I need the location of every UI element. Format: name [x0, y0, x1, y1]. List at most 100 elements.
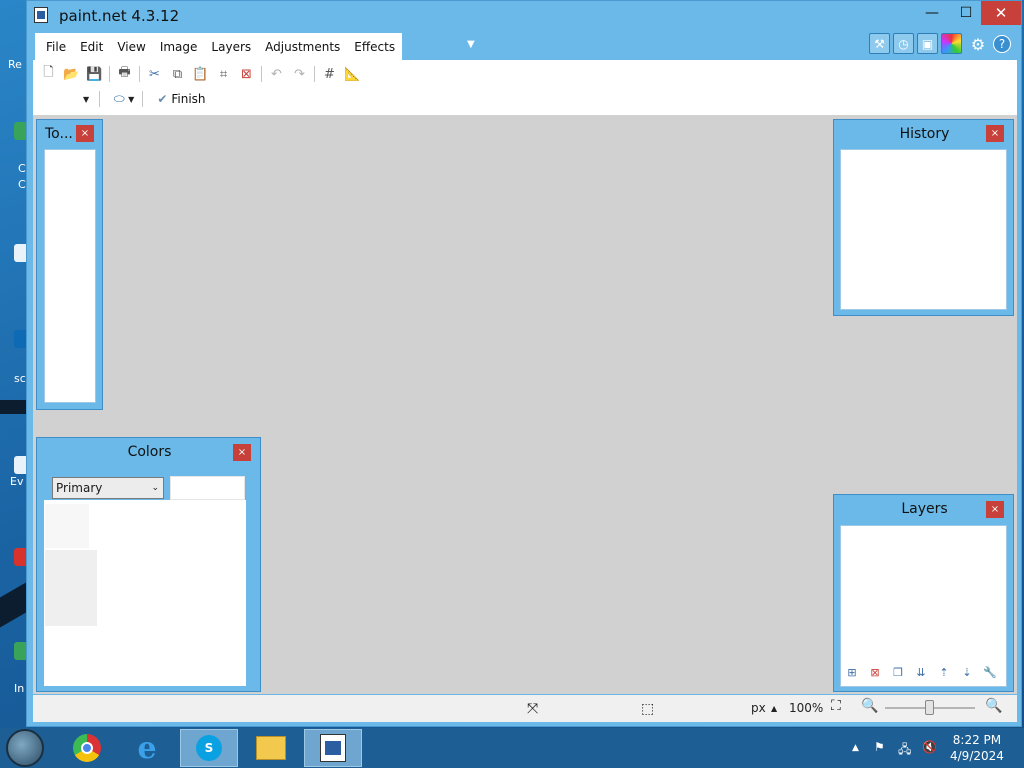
- menu-bar: File Edit View Image Layers Adjustments …: [35, 33, 403, 60]
- desktop-label: Re: [8, 58, 22, 71]
- save-icon[interactable]: 💾: [83, 64, 106, 84]
- redo-icon[interactable]: ↷: [288, 64, 311, 84]
- toolbar-separator: [261, 66, 262, 82]
- copy-icon[interactable]: ⧉: [166, 64, 189, 84]
- tools-panel-close-button[interactable]: ×: [76, 125, 94, 142]
- secondary-color-swatch[interactable]: [45, 550, 97, 626]
- toolbar-separator: [314, 66, 315, 82]
- primary-color-swatch[interactable]: [45, 504, 89, 548]
- rulers-icon[interactable]: 📐: [341, 64, 364, 84]
- zoom-value[interactable]: 100%: [789, 701, 823, 715]
- toolbar-separator: [142, 91, 144, 107]
- selection-size-icon: ⬚: [641, 701, 655, 717]
- selection-mode-icon[interactable]: ⬭: [110, 89, 128, 109]
- zoom-out-icon[interactable]: 🔍: [861, 698, 878, 714]
- paint-net-icon: [320, 734, 346, 762]
- internet-explorer-icon: e: [137, 730, 157, 766]
- minimize-button[interactable]: —: [915, 1, 949, 25]
- start-button[interactable]: [6, 729, 44, 767]
- taskbar-skype[interactable]: S: [180, 729, 238, 767]
- toolbar-separator: [99, 91, 101, 107]
- desktop-label: C: [18, 178, 26, 191]
- menu-image[interactable]: Image: [153, 40, 205, 54]
- menu-adjustments[interactable]: Adjustments: [258, 40, 347, 54]
- paste-icon[interactable]: 📋: [189, 64, 212, 84]
- desktop-wallpaper-shape: [0, 400, 26, 414]
- hex-color-input[interactable]: [170, 476, 245, 500]
- layers-panel-close-button[interactable]: ×: [986, 501, 1004, 518]
- menu-edit[interactable]: Edit: [73, 40, 110, 54]
- close-button[interactable]: ✕: [981, 1, 1021, 25]
- taskbar-file-explorer[interactable]: [242, 729, 300, 767]
- desktop-label: C: [18, 162, 26, 175]
- duplicate-layer-icon[interactable]: ❐: [888, 663, 908, 681]
- network-icon[interactable]: 🖧: [898, 740, 911, 761]
- new-image-icon[interactable]: 🗋: [37, 64, 60, 84]
- color-target-select[interactable]: Primary ⌄: [52, 477, 164, 499]
- toolbar: 🗋 📂 💾 🖶 ✂ ⧉ 📋 ⌗ ⊠ ↶ ↷ # 📐 ▼ ⬭ ▼ ✔ Finish: [33, 60, 1017, 115]
- tools-panel: To... ×: [36, 119, 103, 410]
- desktop-label: In: [14, 682, 25, 695]
- menu-view[interactable]: View: [110, 40, 152, 54]
- toolbar-options-row: ▼ ⬭ ▼ ✔ Finish: [33, 88, 206, 110]
- settings-gear-icon[interactable]: ⚙: [969, 35, 987, 54]
- layers-window-toggle-icon[interactable]: ▣: [917, 33, 938, 54]
- move-layer-up-icon[interactable]: ⇡: [934, 663, 954, 681]
- menu-effects[interactable]: Effects: [347, 40, 402, 54]
- taskbar-internet-explorer[interactable]: e: [118, 729, 176, 767]
- units-selector[interactable]: px: [751, 701, 766, 715]
- toolbar-main-row: 🗋 📂 💾 🖶 ✂ ⧉ 📋 ⌗ ⊠ ↶ ↷ # 📐: [37, 63, 364, 85]
- layers-toolbar: ⊞ ⊠ ❐ ⇊ ⇡ ⇣ 🔧: [842, 663, 1000, 681]
- layers-panel: Layers × ⊞ ⊠ ❐ ⇊ ⇡ ⇣ 🔧: [833, 494, 1014, 692]
- image-size-icon: ⤧: [527, 701, 539, 717]
- action-center-flag-icon[interactable]: ⚑: [874, 740, 885, 754]
- volume-muted-icon[interactable]: 🔇: [922, 740, 937, 754]
- zoom-to-window-icon[interactable]: ⛶: [831, 698, 841, 714]
- tools-panel-title: To...: [45, 126, 73, 142]
- clock-time: 8:22 PM: [952, 733, 1002, 747]
- tool-dropdown-arrow-icon[interactable]: ▼: [83, 95, 89, 104]
- taskbar-paint-net[interactable]: [304, 729, 362, 767]
- tools-window-toggle-icon[interactable]: ⚒: [869, 33, 890, 54]
- print-icon[interactable]: 🖶: [113, 64, 136, 84]
- colors-panel: Colors × Primary ⌄: [36, 437, 261, 692]
- show-hidden-icons-chevron-icon[interactable]: ▲: [852, 743, 859, 753]
- status-bar: ⤧ ⬚ px ▲ 100% ⛶ 🔍 🔍: [33, 695, 1017, 722]
- system-clock[interactable]: 8:22 PM 4/9/2024: [950, 732, 1004, 764]
- tools-list: [44, 149, 96, 403]
- selection-mode-dropdown-icon[interactable]: ▼: [128, 95, 134, 104]
- paint-net-app-icon: [34, 7, 48, 23]
- open-folder-icon[interactable]: 📂: [60, 64, 83, 84]
- title-bar[interactable]: paint.net 4.3.12 — ☐ ✕: [27, 1, 1021, 31]
- menu-layers[interactable]: Layers: [204, 40, 258, 54]
- history-list: [840, 149, 1007, 310]
- help-icon[interactable]: ?: [993, 35, 1011, 53]
- delete-layer-icon[interactable]: ⊠: [865, 663, 885, 681]
- crop-to-selection-icon[interactable]: ⌗: [212, 64, 235, 84]
- merge-layer-down-icon[interactable]: ⇊: [911, 663, 931, 681]
- skype-icon: S: [196, 735, 222, 761]
- taskbar-chrome[interactable]: [58, 729, 116, 767]
- layer-properties-wrench-icon[interactable]: 🔧: [980, 663, 1000, 681]
- chevron-down-icon: ⌄: [151, 483, 159, 493]
- zoom-slider-thumb[interactable]: [925, 700, 934, 715]
- menu-file[interactable]: File: [39, 40, 73, 54]
- history-panel: History ×: [833, 119, 1014, 316]
- check-icon: ✔: [157, 92, 168, 106]
- zoom-in-icon[interactable]: 🔍: [985, 698, 1002, 714]
- cut-icon[interactable]: ✂: [143, 64, 166, 84]
- finish-button[interactable]: ✔ Finish: [157, 92, 205, 106]
- colors-window-toggle-icon[interactable]: [941, 33, 962, 54]
- desktop-label: sc: [14, 372, 26, 385]
- history-window-toggle-icon[interactable]: ◷: [893, 33, 914, 54]
- add-layer-icon[interactable]: ⊞: [842, 663, 862, 681]
- units-dropdown-icon[interactable]: ▲: [771, 704, 777, 713]
- maximize-button[interactable]: ☐: [949, 1, 983, 25]
- move-layer-down-icon[interactable]: ⇣: [957, 663, 977, 681]
- history-panel-close-button[interactable]: ×: [986, 125, 1004, 142]
- undo-icon[interactable]: ↶: [265, 64, 288, 84]
- colors-panel-close-button[interactable]: ×: [233, 444, 251, 461]
- deselect-icon[interactable]: ⊠: [235, 64, 258, 84]
- menu-overflow-chevron-icon[interactable]: ▼: [467, 39, 475, 50]
- pixel-grid-icon[interactable]: #: [318, 64, 341, 84]
